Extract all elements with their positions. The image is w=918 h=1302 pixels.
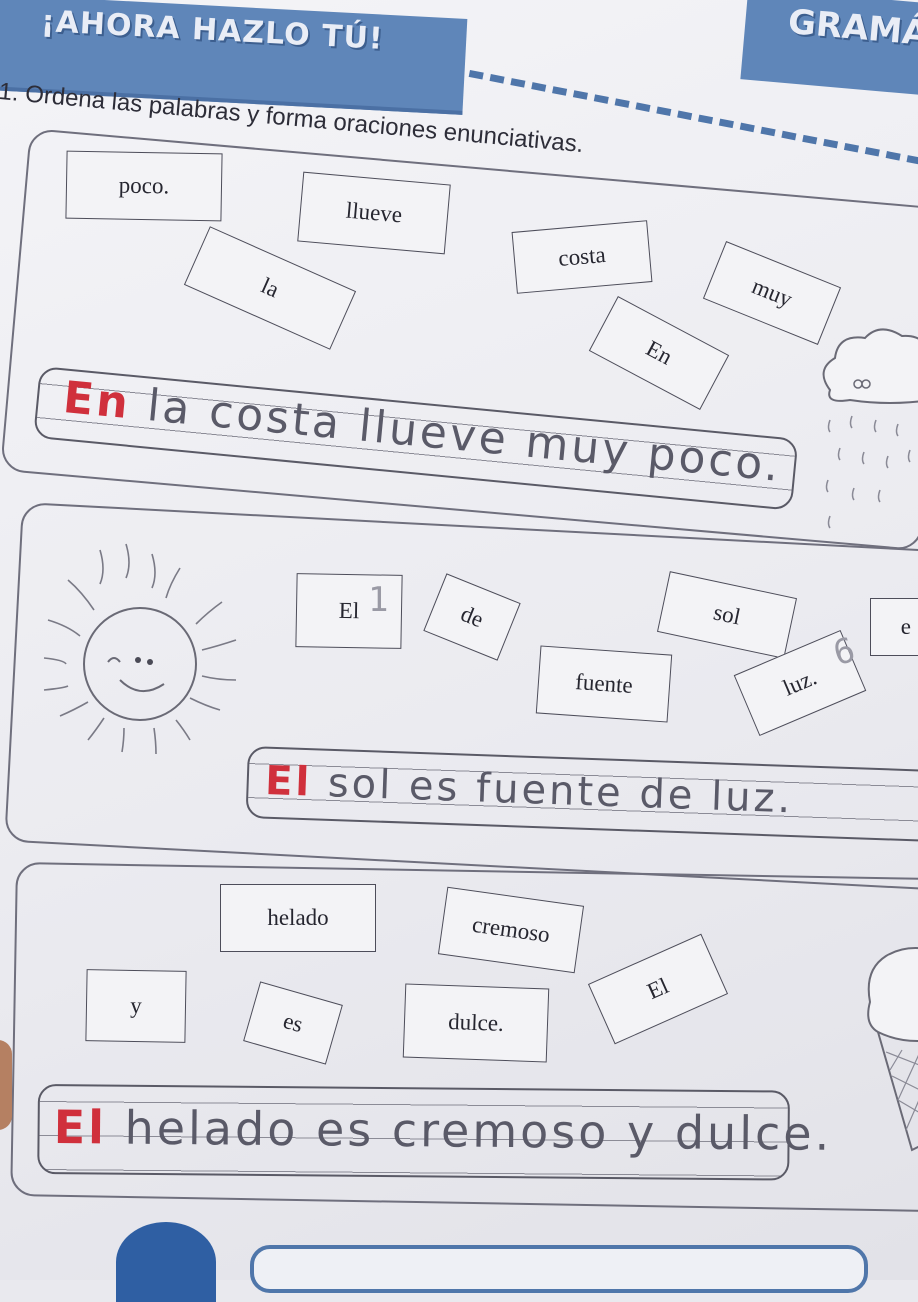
sun-icon [43,543,237,755]
word-card: y [85,969,187,1043]
pencil-mark-number: 1 [368,580,389,620]
word-card: llueve [297,171,451,255]
handwritten-answer: El helado es cremoso y dulce. [53,1100,833,1161]
word-card: poco. [65,150,223,222]
instruction-number: 1. [0,78,20,107]
worksheet-page: ¡AHORA HAZLO TÚ! GRAMÁ 1. Ordena las pal… [0,0,918,1302]
finger-edge [0,1040,12,1130]
ice-cream-icon [867,947,918,1152]
bottom-banner [250,1245,868,1293]
word-card: helado [220,884,376,952]
word-card: costa [511,220,653,294]
character-head-illustration [116,1222,216,1302]
word-card: fuente [535,645,673,723]
word-card: dulce. [402,983,550,1063]
word-card: e [870,598,918,656]
rain-cloud-icon [822,328,918,529]
